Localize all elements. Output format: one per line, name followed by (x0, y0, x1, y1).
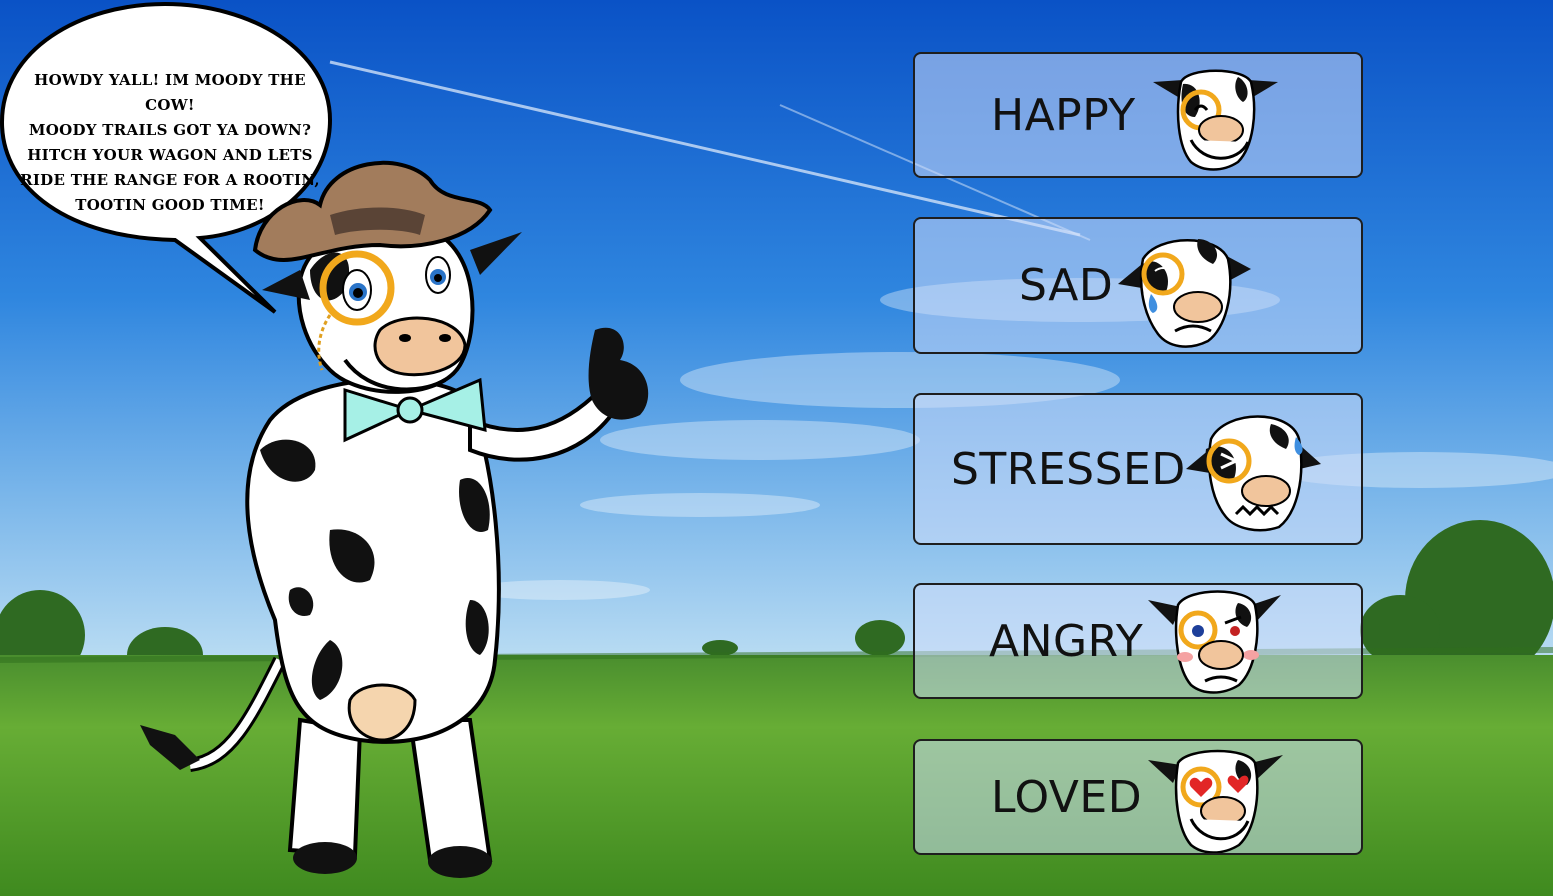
angry-cow-face-icon (1148, 590, 1281, 694)
mood-label: HAPPY (991, 89, 1136, 141)
mood-label: STRESSED (951, 443, 1186, 495)
moody-cow-mascot (140, 160, 649, 878)
mood-label: SAD (1019, 260, 1114, 311)
speech-line: HOWDY YALL! IM MOODY THE COW! (34, 71, 306, 114)
angry-mood-button[interactable]: ANGRY (913, 583, 1363, 699)
mood-label: ANGRY (989, 615, 1144, 667)
happy-mood-button[interactable]: HAPPY (913, 52, 1363, 178)
loved-mood-button[interactable]: LOVED (913, 739, 1363, 855)
stressed-cow-face-icon (1186, 415, 1321, 532)
speech-line: MOODY TRAILS GOT YA DOWN? (28, 121, 312, 139)
sad-cow-face-icon (1118, 239, 1251, 348)
stressed-mood-button[interactable]: STRESSED (913, 393, 1363, 545)
sad-mood-button[interactable]: SAD (913, 217, 1363, 354)
happy-cow-face-icon (1153, 69, 1278, 171)
loved-cow-face-icon (1148, 749, 1283, 853)
mood-label: LOVED (991, 771, 1143, 823)
